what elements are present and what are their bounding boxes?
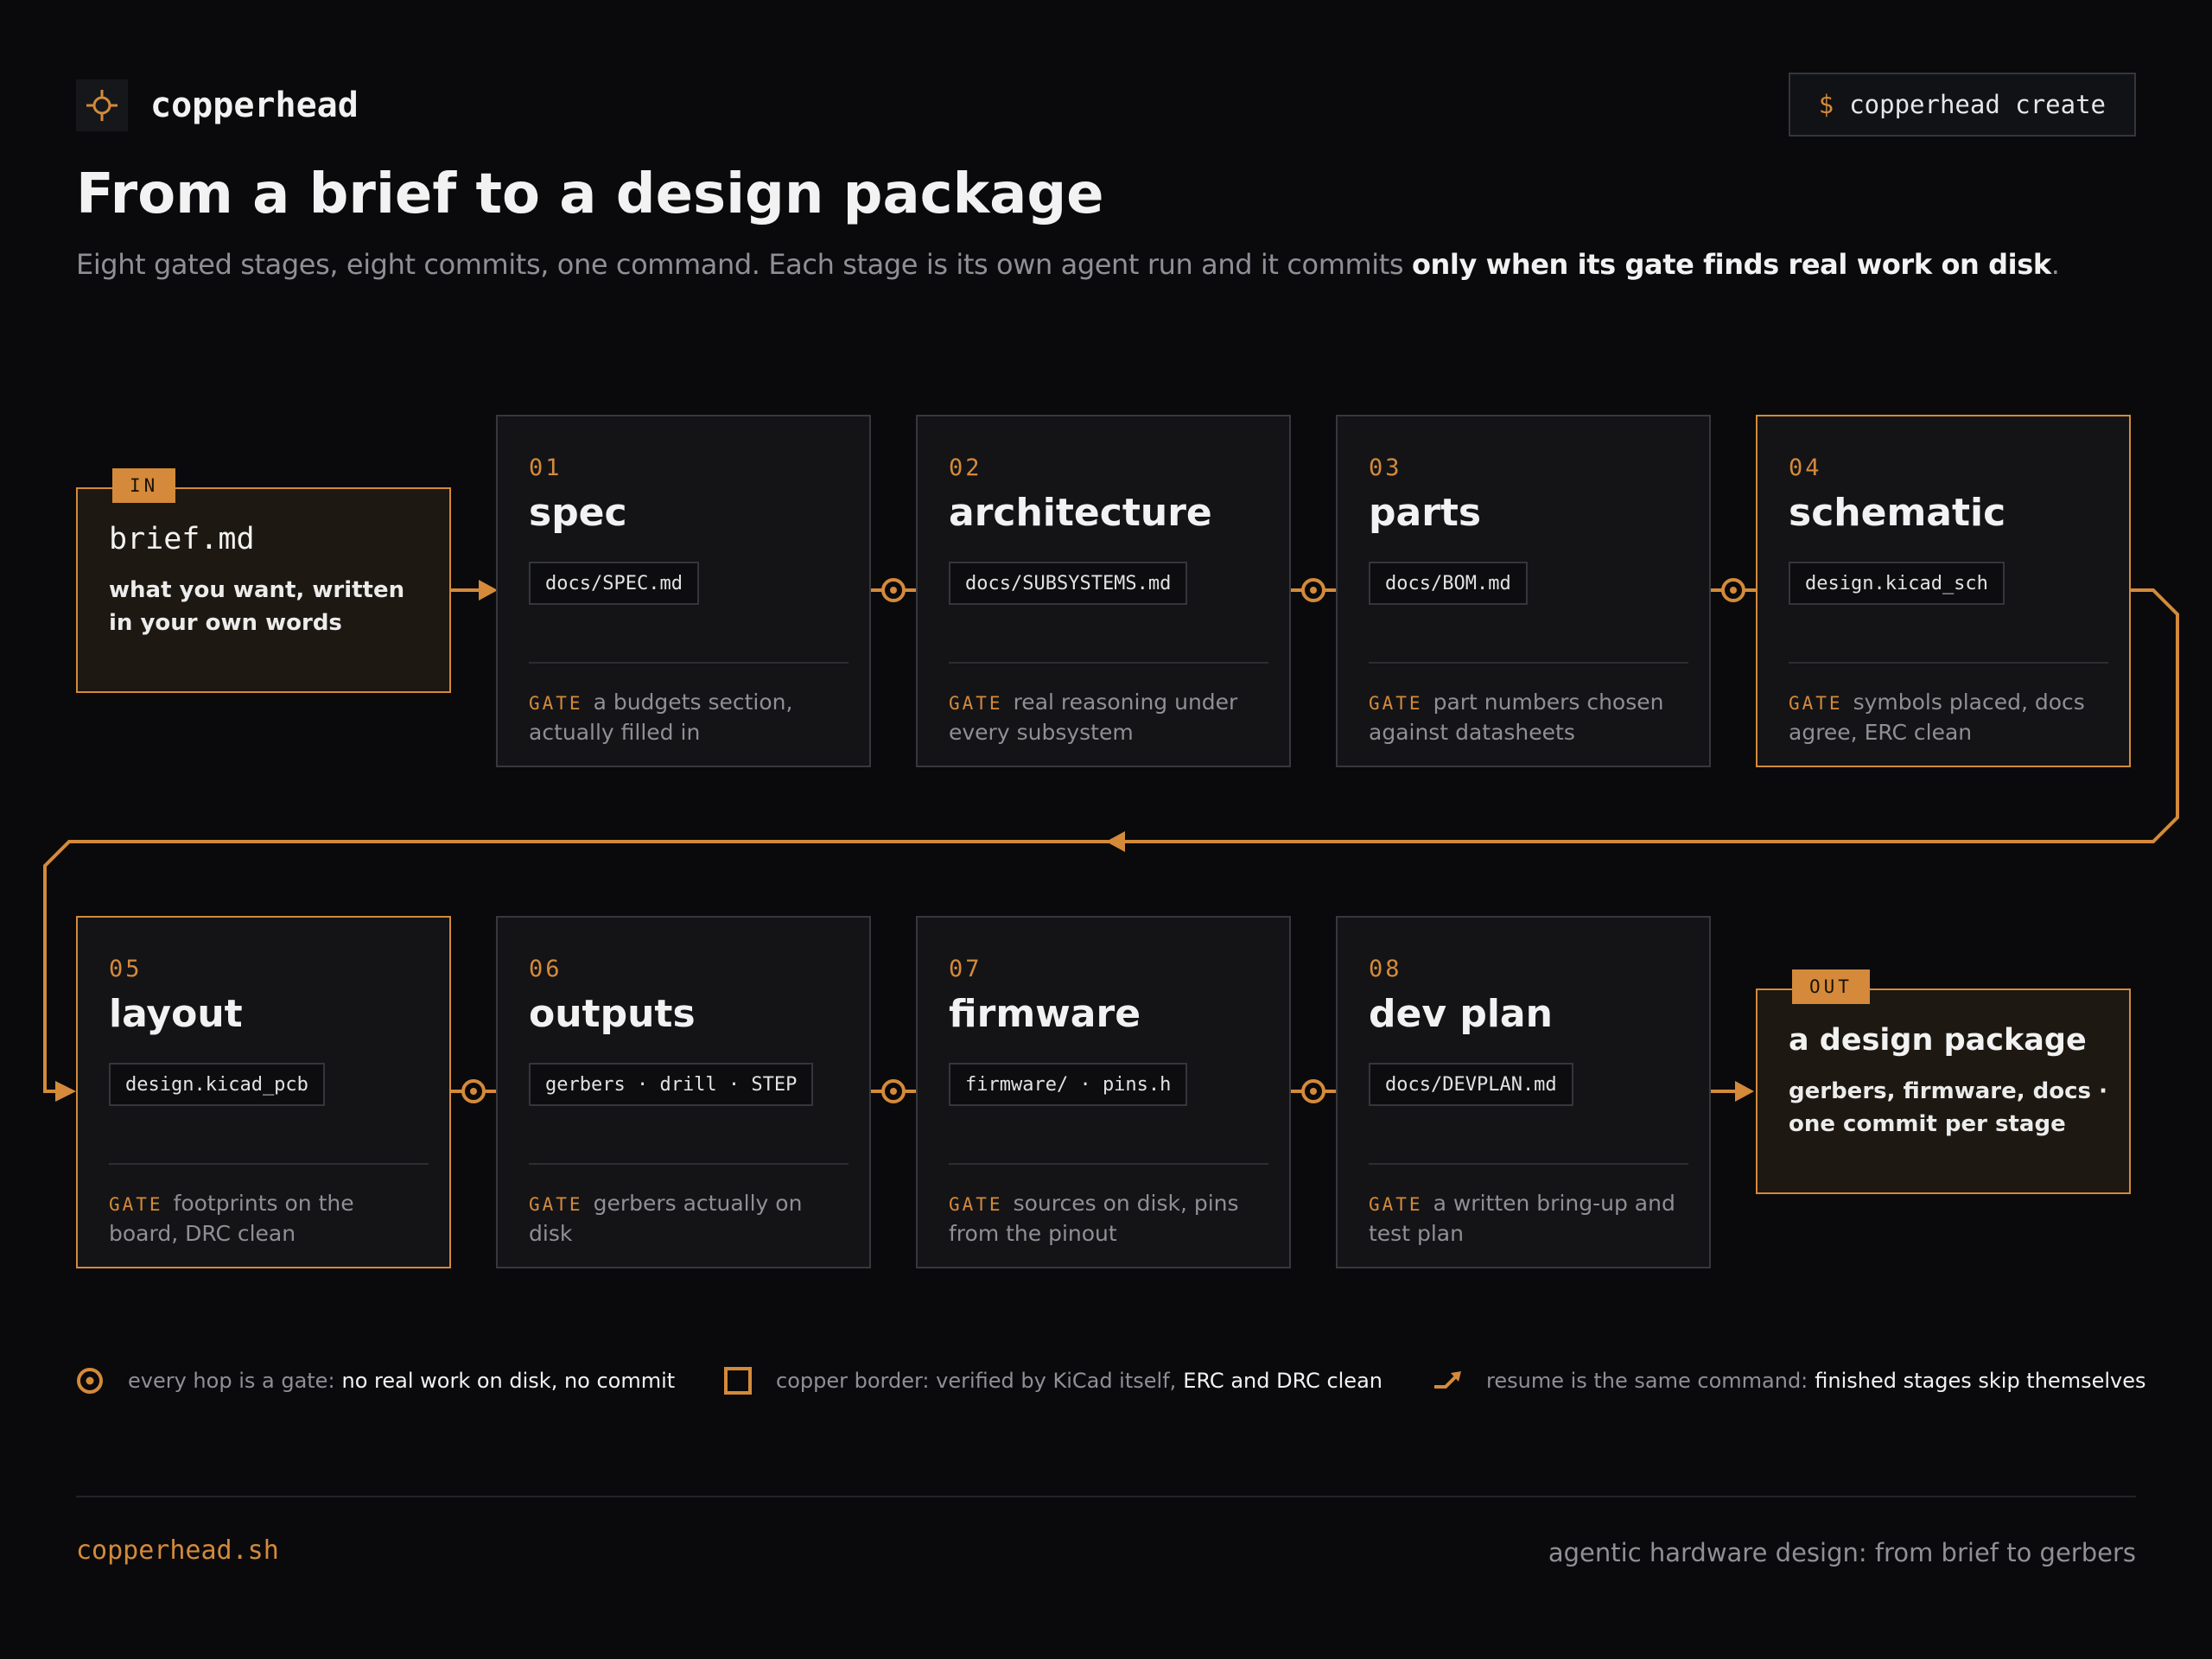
stage-divider (109, 1163, 429, 1165)
resume-arrow-icon (1431, 1363, 1465, 1398)
stage-name: dev plan (1369, 992, 1553, 1036)
stage-divider (949, 1163, 1268, 1165)
stage-file: docs/DEVPLAN.md (1369, 1063, 1573, 1106)
gate-node-05-06 (461, 1079, 486, 1103)
stage-card-parts: 03 parts docs/BOM.md GATE part numbers ch… (1336, 415, 1711, 767)
output-title: a design package (1789, 1023, 2087, 1058)
gate-label: GATE (529, 1194, 583, 1215)
arrow-into-layout (55, 1081, 76, 1102)
stage-number: 06 (529, 956, 563, 982)
stage-divider (1369, 1163, 1688, 1165)
legend-resume: resume is the same command: finished sta… (1431, 1363, 2145, 1398)
legend-gate: every hop is a gate: no real work on dis… (73, 1363, 675, 1398)
stage-gate: GATE real reasoning under every subsystem (949, 688, 1268, 747)
stage-gate: GATE sources on disk, pins from the pinou… (949, 1189, 1268, 1249)
stage-number: 05 (109, 956, 143, 982)
stage-number: 04 (1789, 454, 1822, 481)
footer-tagline: agentic hardware design: from brief to g… (1548, 1538, 2136, 1567)
gate-label: GATE (1789, 693, 1843, 714)
stage-file: firmware/ · pins.h (949, 1063, 1188, 1106)
stage-name: schematic (1789, 491, 2006, 535)
stage-divider (529, 662, 849, 664)
stage-card-firmware: 07 firmware firmware/ · pins.h GATE sourc… (916, 916, 1291, 1268)
output-tag: OUT (1792, 969, 1870, 1004)
legend-emphasis: finished stages skip themselves (1815, 1369, 2146, 1393)
input-box: IN brief.md what you want, written in yo… (76, 468, 451, 693)
input-title: brief.md (109, 522, 255, 556)
legend-copper-border: copper border: verified by KiCad itself,… (721, 1363, 1382, 1398)
stage-file: docs/SPEC.md (529, 562, 699, 605)
stage-number: 02 (949, 454, 982, 481)
legend-emphasis: no real work on disk, no commit (341, 1369, 676, 1393)
stage-file: docs/SUBSYSTEMS.md (949, 562, 1188, 605)
stage-name: architecture (949, 491, 1212, 535)
gate-node-01-02 (881, 578, 906, 602)
stage-card-architecture: 02 architecture docs/SUBSYSTEMS.md GATE r… (916, 415, 1291, 767)
gate-node-icon (73, 1363, 107, 1398)
stage-card-schematic: 04 schematic design.kicad_sch GATE symbol… (1756, 415, 2131, 767)
input-tag: IN (112, 468, 176, 503)
gate-node-06-07 (881, 1079, 906, 1103)
stage-card-outputs: 06 outputs gerbers · drill · STEP GATE ge… (496, 916, 871, 1268)
footer-url-link[interactable]: copperhead.sh (76, 1535, 279, 1566)
arrow-return-midpoint (1106, 831, 1125, 852)
gate-label: GATE (109, 1194, 163, 1215)
legend-text: every hop is a gate: (128, 1369, 335, 1393)
stage-file: gerbers · drill · STEP (529, 1063, 814, 1106)
stage-name: outputs (529, 992, 696, 1036)
stage-name: layout (109, 992, 243, 1036)
footer-divider (76, 1496, 2136, 1497)
stage-number: 03 (1369, 454, 1402, 481)
stage-gate: GATE a written bring-up and test plan (1369, 1189, 1688, 1249)
stage-divider (1369, 662, 1688, 664)
stage-divider (529, 1163, 849, 1165)
legend-text: resume is the same command: (1486, 1369, 1808, 1393)
stage-number: 01 (529, 454, 563, 481)
gate-label: GATE (529, 693, 583, 714)
gate-node-03-04 (1721, 578, 1745, 602)
gate-label: GATE (1369, 693, 1423, 714)
stage-name: firmware (949, 992, 1141, 1036)
stage-card-layout: 05 layout design.kicad_pcb GATE footprint… (76, 916, 451, 1268)
gate-label: GATE (949, 693, 1003, 714)
stage-file: design.kicad_pcb (109, 1063, 325, 1106)
arrow-into-spec (479, 580, 498, 601)
stage-name: parts (1369, 491, 1482, 535)
output-desc: gerbers, firmware, docs · one commit per… (1789, 1078, 2107, 1137)
stage-gate: GATE symbols placed, docs agree, ERC clea… (1789, 688, 2108, 747)
legend-emphasis: ERC and DRC clean (1183, 1369, 1382, 1393)
stage-card-dev-plan: 08 dev plan docs/DEVPLAN.md GATE a writte… (1336, 916, 1711, 1268)
gate-node-07-08 (1301, 1079, 1325, 1103)
stage-gate: GATE a budgets section, actually filled i… (529, 688, 849, 747)
stage-number: 07 (949, 956, 982, 982)
stage-gate: GATE footprints on the board, DRC clean (109, 1189, 429, 1249)
stage-file: docs/BOM.md (1369, 562, 1528, 605)
stage-number: 08 (1369, 956, 1402, 982)
output-box: OUT a design package gerbers, firmware, … (1756, 969, 2131, 1194)
input-desc: what you want, written in your own words (109, 577, 405, 636)
pipeline-connectors (43, 578, 2179, 1103)
arrow-into-output (1735, 1081, 1754, 1102)
stage-gate: GATE gerbers actually on disk (529, 1189, 849, 1249)
stage-divider (949, 662, 1268, 664)
legend-text: copper border: verified by KiCad itself, (776, 1369, 1177, 1393)
stage-divider (1789, 662, 2108, 664)
stage-gate: GATE part numbers chosen against datashee… (1369, 688, 1688, 747)
gate-node-02-03 (1301, 578, 1325, 602)
stage-file: design.kicad_sch (1789, 562, 2005, 605)
stage-name: spec (529, 491, 627, 535)
stage-card-spec: 01 spec docs/SPEC.md GATE a budgets secti… (496, 415, 871, 767)
gate-label: GATE (1369, 1194, 1423, 1215)
gate-label: GATE (949, 1194, 1003, 1215)
copper-border-icon (721, 1363, 755, 1398)
